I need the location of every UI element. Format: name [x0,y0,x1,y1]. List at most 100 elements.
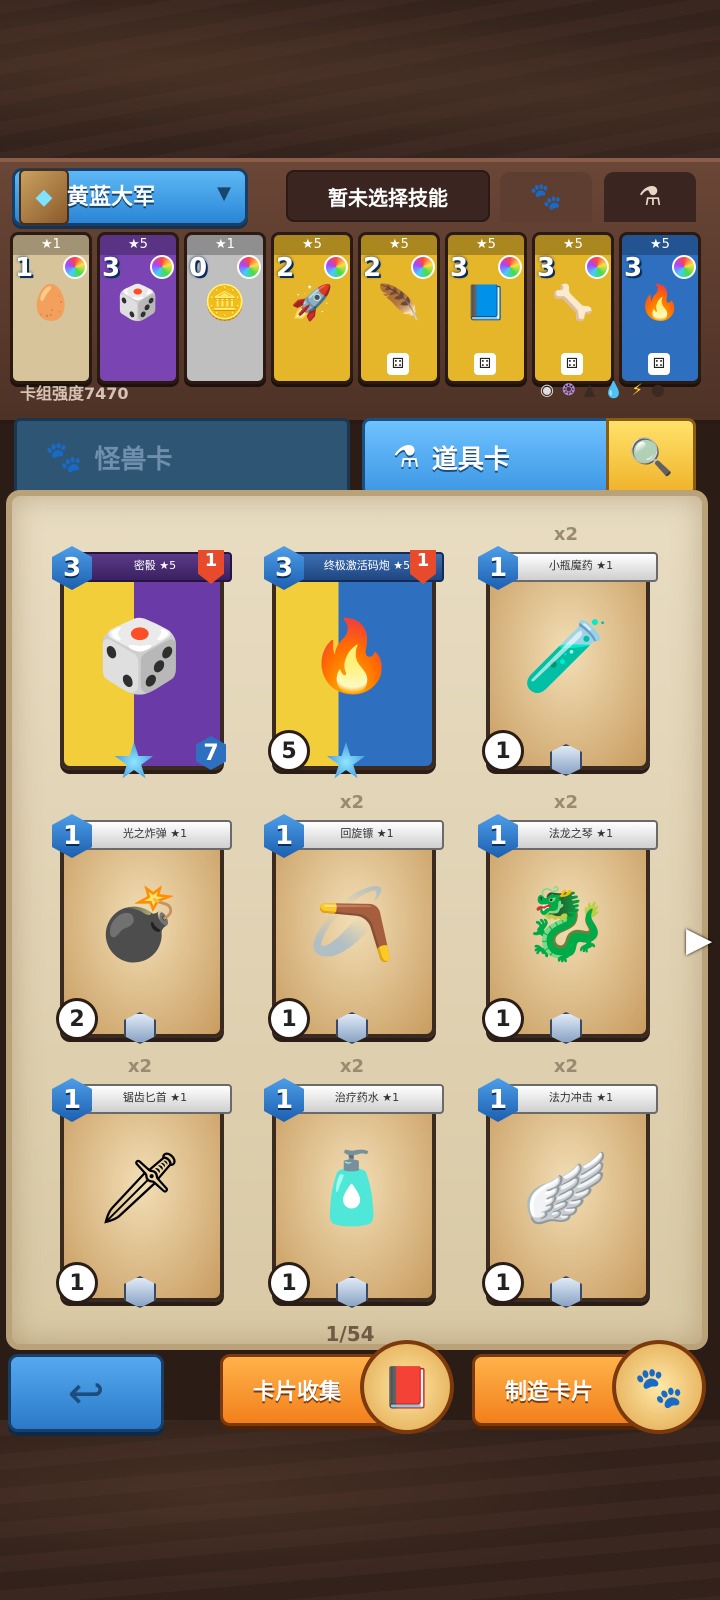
card-stat: 1 [482,1262,524,1304]
item-card[interactable]: 密骰 ★5 3 1 🎲 7 [52,546,232,779]
wood-footer-background [0,1420,720,1600]
card-stars: ★5 [535,235,611,255]
card-title: 锯齿匕首 ★1 [78,1084,232,1114]
card-title: 治疗药水 ★1 [290,1084,444,1114]
item-card[interactable]: x2 法力冲击 ★1 1 🪽 1 [478,1056,658,1308]
card-title: 法龙之琴 ★1 [504,820,658,850]
next-page-icon[interactable]: ▶ [686,920,712,960]
card-stars: ★1 [187,235,263,255]
card-art-icon: 🪽 [522,1146,610,1229]
deck-slot-card[interactable]: ★5 🎲 3 [97,232,179,384]
card-stars: ★5 [622,235,698,255]
tab-monster-cards[interactable]: 🐾 怪兽卡 [14,418,350,496]
search-button[interactable]: 🔍 [606,418,696,496]
card-stars: ★1 [13,235,89,255]
card-cost: 2 [363,253,382,283]
card-title: 法力冲击 ★1 [504,1084,658,1114]
card-art-icon: 🐉 [522,882,610,965]
deck-slot-card[interactable]: ★1 🥚 1 [10,232,92,384]
item-card[interactable]: 光之炸弹 ★1 1 💣 2 [52,814,232,1044]
deck-slot-card[interactable]: ★5 🪶 2 ⚃ [358,232,440,384]
wood-header-background [0,0,720,160]
lightning-element-icon: ⚡ [631,380,643,399]
element-icons: ◉ ❂ ▲ 💧 ⚡ ● [540,380,665,399]
item-card[interactable]: x2 治疗药水 ★1 1 🧴 1 [264,1056,444,1308]
monster-filter-tab[interactable]: 🐾 [500,172,592,222]
back-button[interactable]: ↩ [8,1354,164,1432]
card-stat: 1 [268,998,310,1040]
dice-icon: ⚃ [561,353,583,375]
element-gem-icon [63,255,87,279]
card-stars: ★5 [448,235,524,255]
card-cost: 1 [15,253,34,283]
card-stat: 1 [268,1262,310,1304]
deck-slot-card[interactable]: ★1 🪙 0 [184,232,266,384]
card-art-icon: 🪃 [308,882,396,965]
tab-item-label: 道具卡 [431,444,510,475]
item-card[interactable]: x2 回旋镖 ★1 1 🪃 1 [264,792,444,1044]
deck-book-icon: ◆ [19,169,69,225]
dice-icon: ⚃ [648,353,670,375]
card-art-icon: 🗡 [95,1146,185,1229]
card-cost: 0 [189,253,208,283]
card-title: 光之炸弹 ★1 [78,820,232,850]
deck-name: 黄蓝大军 [67,185,156,210]
element-gem-icon [324,255,348,279]
deck-slot-card[interactable]: ★5 🦴 3 ⚃ [532,232,614,384]
element-gem-icon [585,255,609,279]
deck-slot-card[interactable]: ★5 🔥 3 ⚃ [619,232,701,384]
dice-icon: ⚃ [387,353,409,375]
card-art-icon: 🎲 [96,614,184,697]
tab-monster-label: 怪兽卡 [94,444,173,475]
fire-element-icon: ● [650,380,665,399]
deck-slot-card[interactable]: ★5 📘 3 ⚃ [445,232,527,384]
search-icon: 🔍 [628,437,674,478]
card-art-icon: 💣 [96,882,184,965]
dice-icon: ⚃ [474,353,496,375]
paw-icon: 🐾 [529,182,563,212]
duplicate-count: x2 [553,792,579,813]
element-gem-icon [498,255,522,279]
duplicate-count: x2 [339,792,365,813]
card-cost: 3 [102,253,121,283]
page-indicator: 1/54 [325,1322,375,1346]
card-stat: 2 [56,998,98,1040]
item-card[interactable]: x2 小瓶魔药 ★1 1 🧪 1 [478,524,658,776]
card-collection-label: 卡片收集 [253,1380,342,1405]
neutral-element-icon: ◉ [540,380,554,399]
deck-strength: 卡组强度7470 [20,384,129,403]
item-card[interactable]: 终极激活码炮 ★5 3 1 🔥 5 [264,546,444,779]
duplicate-count: x2 [553,1056,579,1077]
card-art-icon: 🧴 [308,1146,396,1229]
deck-slot-card[interactable]: ★5 🚀 2 [271,232,353,384]
card-book-icon: 📕 [360,1340,454,1434]
paw-jar-icon: 🐾 [612,1340,706,1434]
item-card[interactable]: x2 法龙之琴 ★1 1 🐉 1 [478,792,658,1044]
card-stars: ★5 [100,235,176,255]
craft-card-label: 制造卡片 [505,1380,594,1405]
element-gem-icon [411,255,435,279]
item-card[interactable]: x2 锯齿匕首 ★1 1 🗡 1 [52,1056,232,1308]
card-cost: 3 [450,253,469,283]
arcane-element-icon: ❂ [561,380,576,399]
card-stat: 1 [482,730,524,772]
skill-selector[interactable]: 暂未选择技能 [286,170,490,222]
card-stars: ★5 [274,235,350,255]
flask-icon: ⚗ [638,182,662,212]
flask-icon: ⚗ [393,439,420,475]
chevron-down-icon: ▼ [217,183,231,204]
deck-card-strip: ★1 🥚 1 ★5 🎲 3 ★1 🪙 0 ★5 🚀 2 ★5 🪶 2 ⚃ ★5 📘 3 ⚃ ★5 🦴 3 ⚃ ★5 🔥 3 ⚃ [10,232,710,384]
card-title: 小瓶魔药 ★1 [504,552,658,582]
paw-icon: 🐾 [45,439,83,475]
shadow-element-icon: ▲ [583,380,596,399]
item-filter-tab[interactable]: ⚗ [604,172,696,222]
card-cost: 2 [276,253,295,283]
back-icon: ↩ [67,1367,105,1419]
tab-item-cards[interactable]: ⚗ 道具卡 [362,418,612,496]
element-gem-icon [672,255,696,279]
duplicate-count: x2 [127,1056,153,1077]
card-cost: 3 [624,253,643,283]
water-element-icon: 💧 [603,380,624,399]
card-stars: ★5 [361,235,437,255]
deck-selector[interactable]: ◆ 黄蓝大军 ▼ [12,168,248,226]
